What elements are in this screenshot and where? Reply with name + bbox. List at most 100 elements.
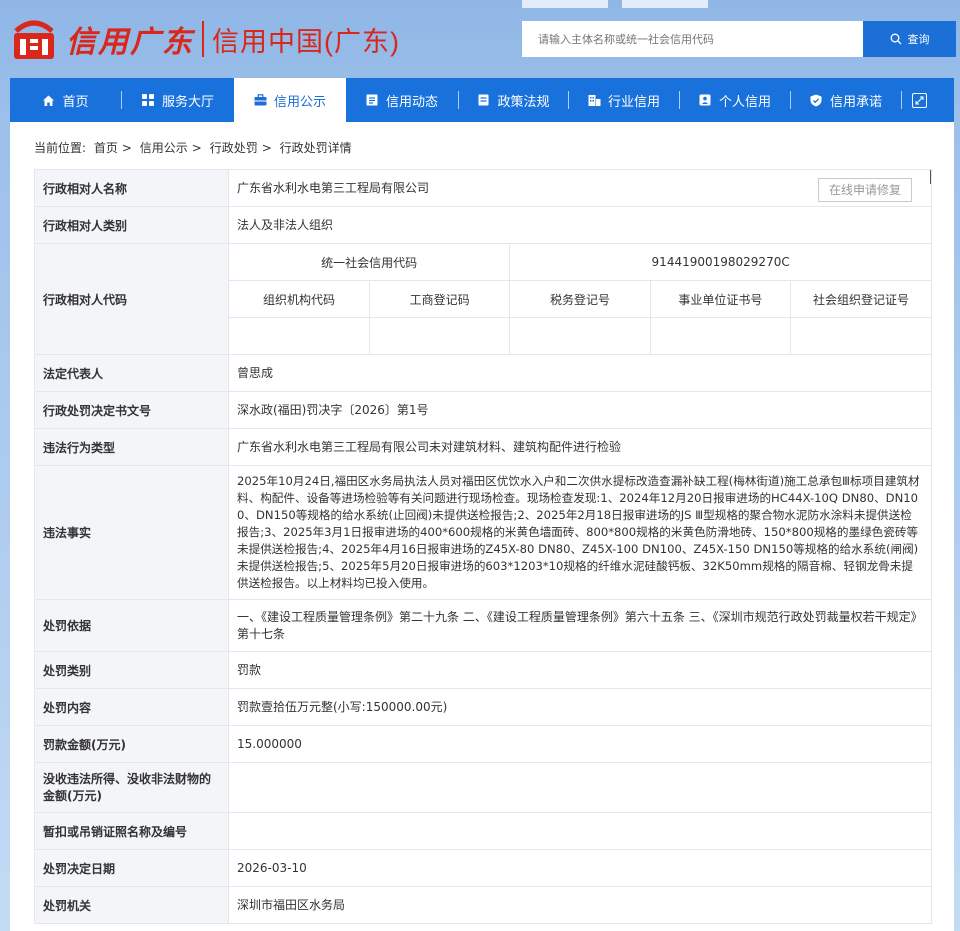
site-header: 信用广东 信用中国(广东) 查询 (0, 0, 960, 78)
nav-label: 行业信用 (607, 94, 660, 110)
subheader-social-org-reg: 社会组织登记证号 (790, 280, 931, 318)
id-card-icon (699, 94, 712, 107)
breadcrumb-separator: > (261, 141, 272, 155)
row-value: 法人及非法人组织 (228, 206, 932, 244)
nav-service-hall[interactable]: 服务大厅 (122, 78, 234, 122)
nav-credit-news[interactable]: 信用动态 (346, 78, 458, 122)
nav-label: 政策法规 (497, 94, 550, 110)
breadcrumb: 当前位置: 首页 > 信用公示 > 行政处罚 > 行政处罚详情 (34, 139, 356, 156)
row-value: 深圳市福田区水务局 (228, 886, 932, 924)
subheader-tax-reg: 税务登记号 (509, 280, 651, 318)
top-tab[interactable] (522, 0, 608, 8)
row-value (228, 812, 932, 850)
table-row: 处罚决定日期 2026-03-10 (34, 849, 932, 887)
table-row: 法定代表人 曾思成 (34, 354, 932, 392)
table-row: 处罚内容 罚款壹拾伍万元整(小写:150000.00元) (34, 688, 932, 726)
subheader-business-reg: 工商登记码 (368, 280, 511, 318)
grid-icon (142, 94, 155, 107)
breadcrumb-prefix: 当前位置: (34, 141, 87, 155)
nav-label: 个人信用 (718, 94, 771, 110)
table-row: 违法事实 2025年10月24日,福田区水务局执法人员对福田区优饮水入户和二次供… (34, 465, 932, 600)
main-nav: 首页 服务大厅 信用公示 信用动态 政策法规 行业信用 个人信用 信用承诺 (10, 78, 954, 122)
table-row: 行政相对人类别 法人及非法人组织 (34, 206, 932, 244)
breadcrumb-home[interactable]: 首页 (94, 141, 118, 155)
row-value (228, 762, 932, 813)
nav-credit-disclosure[interactable]: 信用公示 (234, 78, 346, 122)
news-icon (366, 94, 379, 107)
row-value: 曾思成 (228, 354, 932, 392)
row-label: 违法行为类型 (34, 428, 229, 466)
nav-label: 服务大厅 (161, 94, 214, 110)
breadcrumb-admin-penalty[interactable]: 行政处罚 (210, 141, 258, 155)
row-label: 处罚决定日期 (34, 849, 229, 887)
nav-credit-commitment[interactable]: 信用承诺 (791, 78, 901, 122)
nav-label: 信用公示 (273, 94, 326, 110)
row-label: 违法事实 (34, 465, 229, 600)
value-business-reg (368, 317, 511, 354)
table-row: 暂扣或吊销证照名称及编号 (34, 812, 932, 850)
building-icon (588, 94, 601, 107)
top-tab[interactable] (622, 0, 708, 8)
expand-icon (911, 92, 927, 108)
row-label: 行政相对人代码 (34, 243, 229, 355)
table-row: 罚款金额(万元) 15.000000 (34, 725, 932, 763)
row-value: 2025年10月24日,福田区水务局执法人员对福田区优饮水入户和二次供水提标改造… (228, 465, 932, 600)
row-label: 处罚机关 (34, 886, 229, 924)
search-box (522, 21, 863, 57)
row-value: 15.000000 (228, 725, 932, 763)
row-label: 处罚依据 (34, 599, 229, 652)
search-button[interactable]: 查询 (863, 21, 956, 57)
nav-industry-credit[interactable]: 行业信用 (569, 78, 679, 122)
value-social-org-reg (790, 317, 931, 354)
breadcrumb-separator: > (191, 141, 202, 155)
row-value: 罚款壹拾伍万元整(小写:150000.00元) (228, 688, 932, 726)
breadcrumb-separator: > (121, 141, 132, 155)
site-logo[interactable]: 信用广东 信用中国(广东) (10, 18, 400, 60)
search-input[interactable] (522, 21, 858, 57)
row-label: 罚款金额(万元) (34, 725, 229, 763)
row-value: 深水政(福田)罚决字〔2026〕第1号 (228, 391, 932, 429)
value-org-code (229, 317, 370, 354)
table-row: 处罚依据 一、《建设工程质量管理条例》第二十九条 二、《建设工程质量管理条例》第… (34, 599, 932, 652)
logo-script-text: 信用广东 (66, 25, 194, 60)
value-tax-reg (509, 317, 651, 354)
row-label: 处罚内容 (34, 688, 229, 726)
home-icon (42, 94, 55, 107)
nav-personal-credit[interactable]: 个人信用 (680, 78, 790, 122)
subheader-org-code: 组织机构代码 (229, 280, 370, 318)
nav-home[interactable]: 首页 (10, 78, 121, 122)
table-row: 没收违法所得、没收非法财物的金额(万元) (34, 762, 932, 813)
uscc-value: 91441900198029270C (509, 244, 931, 281)
code-subtable: 统一社会信用代码 91441900198029270C 组织机构代码 工商登记码… (229, 244, 931, 354)
row-value: 广东省水利水电第三工程局有限公司未对建筑材料、建筑构配件进行检验 (228, 428, 932, 466)
breadcrumb-credit-disclosure[interactable]: 信用公示 (140, 141, 188, 155)
emblem-icon (14, 20, 54, 59)
nav-policy-regulations[interactable]: 政策法规 (459, 78, 568, 122)
row-label: 暂扣或吊销证照名称及编号 (34, 812, 229, 850)
shield-icon (810, 94, 823, 107)
uscc-label: 统一社会信用代码 (229, 244, 511, 281)
nav-label: 信用承诺 (829, 94, 882, 110)
table-row: 行政相对人代码 统一社会信用代码 91441900198029270C 组织机构… (34, 243, 932, 355)
row-label: 行政处罚决定书文号 (34, 391, 229, 429)
row-label: 没收违法所得、没收非法财物的金额(万元) (34, 762, 229, 813)
logo-divider (202, 21, 204, 57)
nav-label: 首页 (62, 94, 89, 110)
row-value: 2026-03-10 (228, 849, 932, 887)
value-institution-cert (649, 317, 792, 354)
table-row: 处罚类别 罚款 (34, 651, 932, 689)
table-row: 行政相对人名称 广东省水利水电第三工程局有限公司 在线申请修复 (34, 169, 932, 207)
row-label: 行政相对人类别 (34, 206, 229, 244)
online-repair-button[interactable]: 在线申请修复 (818, 178, 912, 202)
row-value: 广东省水利水电第三工程局有限公司 在线申请修复 (228, 169, 932, 207)
document-icon (477, 94, 490, 107)
penalty-detail-table: 行政相对人名称 广东省水利水电第三工程局有限公司 在线申请修复 行政相对人类别 … (34, 169, 932, 924)
breadcrumb-current: 行政处罚详情 (279, 141, 352, 155)
entity-name: 广东省水利水电第三工程局有限公司 (237, 180, 430, 195)
fullscreen-toggle[interactable] (902, 78, 936, 122)
main-content: 当前位置: 首页 > 信用公示 > 行政处罚 > 行政处罚详情 行政相对人名称 广东省… (10, 122, 954, 931)
briefcase-icon (254, 94, 267, 107)
subheader-institution-cert: 事业单位证书号 (649, 280, 792, 318)
logo-title: 信用中国(广东) (212, 26, 400, 57)
row-label: 处罚类别 (34, 651, 229, 689)
